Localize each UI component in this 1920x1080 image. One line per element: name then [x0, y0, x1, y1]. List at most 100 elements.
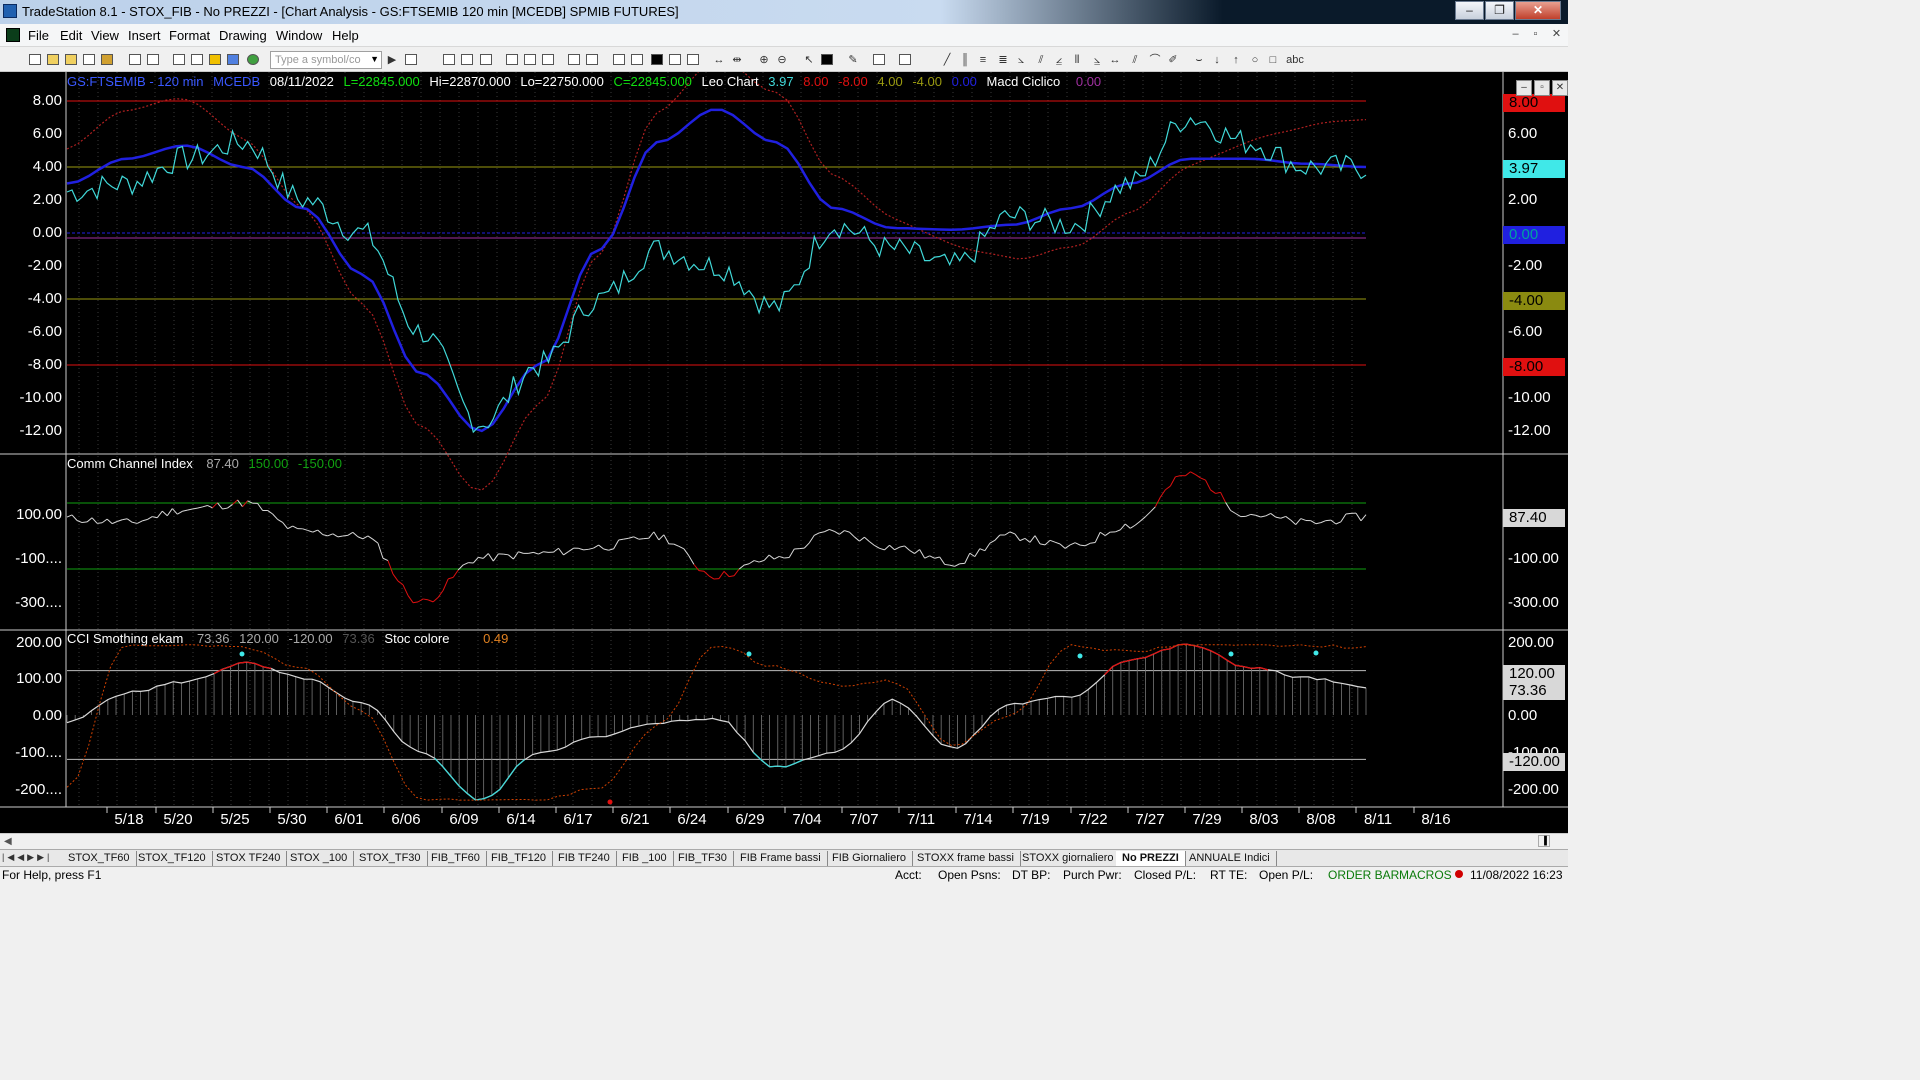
dropdown-arrow-icon[interactable]: ▼ [370, 53, 379, 66]
fan-icon[interactable]: ⦣ [1014, 53, 1028, 67]
mdi-restore-button[interactable]: ▫ [1528, 28, 1543, 43]
window-list-icon[interactable] [190, 53, 204, 67]
fib-icon[interactable]: ≣ [996, 53, 1010, 67]
print-preview-icon[interactable] [146, 53, 160, 67]
menu-view[interactable]: View [91, 28, 119, 43]
chart-canvas[interactable] [0, 72, 1568, 833]
arrow-lines-icon[interactable]: ↔ [1108, 53, 1122, 67]
new-workspace-icon[interactable] [82, 53, 96, 67]
tab-fib-giornaliero[interactable]: FIB Giornaliero [826, 851, 913, 866]
matrix-icon[interactable] [460, 53, 474, 67]
zoom-out-icon[interactable]: ⊖ [775, 53, 789, 67]
chart-restore-icon[interactable]: ▫ [1534, 80, 1550, 96]
globe-icon[interactable] [246, 53, 260, 67]
alerts-icon[interactable] [898, 53, 912, 67]
go-arrow-icon[interactable]: ▶ [385, 53, 399, 67]
symbol-input[interactable]: Type a symbol/co ▼ [270, 51, 382, 69]
tab-stox-tf30[interactable]: STOX_TF30 [353, 851, 428, 866]
tab-stox-100[interactable]: STOX _100 [284, 851, 355, 866]
save-icon[interactable] [100, 53, 114, 67]
menu-drawing[interactable]: Drawing [219, 28, 267, 43]
data-tip-icon[interactable] [820, 53, 834, 67]
tab-fib-tf60[interactable]: FIB_TF60 [425, 851, 487, 866]
bar-chart-icon[interactable] [650, 53, 664, 67]
vertical-lines-icon[interactable]: ║ [958, 53, 972, 67]
tab-fib-tf30[interactable]: FIB_TF30 [672, 851, 734, 866]
cci-segment [528, 551, 534, 554]
tab-annuale-indici[interactable]: ANNUALE Indici [1183, 851, 1277, 866]
strategy-icon[interactable] [630, 53, 644, 67]
tab-fib-frame-bassi[interactable]: FIB Frame bassi [734, 851, 828, 866]
minimize-button[interactable]: – [1455, 1, 1484, 20]
trade-manager-icon[interactable] [585, 53, 599, 67]
channel-icon[interactable]: ⫽ [1034, 53, 1048, 67]
rectangle-icon[interactable]: □ [1266, 53, 1280, 67]
tab-stoxx-frame-bassi[interactable]: STOXX frame bassi [911, 851, 1021, 866]
lock-icon[interactable] [208, 53, 222, 67]
chart-window-icon[interactable] [6, 28, 20, 42]
arc-icon[interactable]: ⌒ [1148, 53, 1162, 67]
scroll-left-icon[interactable]: ◀ [4, 836, 12, 847]
tab-no-prezzi[interactable]: No PREZZI [1116, 851, 1186, 866]
open-icon[interactable] [46, 53, 60, 67]
news-icon[interactable] [612, 53, 626, 67]
tab-stox-tf240[interactable]: STOX TF240 [210, 851, 288, 866]
compress-bars-icon[interactable]: ⇹ [730, 53, 744, 67]
tab-fib-100[interactable]: FIB _100 [616, 851, 674, 866]
expand-bars-icon[interactable]: ↔ [712, 53, 726, 67]
spreadsheet-icon[interactable] [479, 53, 493, 67]
format-icon[interactable] [872, 53, 886, 67]
pencil-icon[interactable]: ✐ [1166, 53, 1180, 67]
up-arrow-icon[interactable]: ↑ [1229, 53, 1243, 67]
curve-icon[interactable]: ⌣ [1192, 53, 1206, 67]
zoom-in-icon[interactable]: ⊕ [757, 53, 771, 67]
grid-icon[interactable] [442, 53, 456, 67]
new-icon[interactable] [28, 53, 42, 67]
menu-window[interactable]: Window [276, 28, 322, 43]
andrews-icon[interactable]: ⦥ [1090, 53, 1104, 67]
brush-icon[interactable] [226, 53, 240, 67]
chart-area[interactable]: GS:FTSEMIB - 120 min MCEDB 08/11/2022 L=… [0, 72, 1568, 833]
speed-lines-icon[interactable]: ⦤ [1052, 53, 1066, 67]
macros-button[interactable]: MACROS [1399, 868, 1452, 882]
menu-file[interactable]: File [28, 28, 49, 43]
chart-close-icon[interactable]: ✕ [1552, 80, 1568, 96]
open-workspace-icon[interactable] [64, 53, 78, 67]
close-button[interactable]: ✕ [1515, 1, 1561, 20]
tab-navigation-icons[interactable]: |◀◀▶▶| [2, 852, 52, 863]
parallel-icon[interactable]: ⫽ [1128, 53, 1142, 67]
candle-icon[interactable] [668, 53, 682, 67]
horizontal-scrollbar[interactable]: ◀ ▐ [0, 833, 1568, 849]
tab-fib-tf120[interactable]: FIB_TF120 [485, 851, 554, 866]
menu-help[interactable]: Help [332, 28, 359, 43]
text-icon[interactable]: abc [1284, 53, 1306, 67]
scroll-right-icon[interactable]: ▐ [1538, 835, 1550, 847]
mdi-close-button[interactable]: ✕ [1549, 28, 1564, 43]
radar-icon[interactable] [523, 53, 537, 67]
restore-button[interactable]: ❐ [1485, 1, 1514, 20]
symbol-lookup-icon[interactable] [404, 53, 418, 67]
tools-icon[interactable]: ✎ [846, 53, 860, 67]
cycle-lines-icon[interactable]: ⫴ [1070, 53, 1084, 67]
order-icon[interactable] [567, 53, 581, 67]
menu-format[interactable]: Format [169, 28, 210, 43]
scanner-icon[interactable] [541, 53, 555, 67]
down-arrow-icon[interactable]: ↓ [1210, 53, 1224, 67]
tab-stoxx-giornaliero[interactable]: STOXX giornaliero [1016, 851, 1121, 866]
mdi-minimize-button[interactable]: – [1508, 28, 1523, 43]
pointer-icon[interactable]: ↖ [802, 53, 816, 67]
tab-fib-tf240[interactable]: FIB TF240 [552, 851, 617, 866]
ellipse-icon[interactable]: ○ [1248, 53, 1262, 67]
menu-insert[interactable]: Insert [128, 28, 161, 43]
window-icon[interactable] [172, 53, 186, 67]
print-icon[interactable] [128, 53, 142, 67]
horizontal-lines-icon[interactable]: ≡ [976, 53, 990, 67]
order-bar-button[interactable]: ORDER BAR [1328, 868, 1399, 882]
tab-stox-tf60[interactable]: STOX_TF60 [62, 851, 137, 866]
chart-minimize-icon[interactable]: – [1516, 80, 1532, 96]
tab-stox-tf120[interactable]: STOX_TF120 [132, 851, 213, 866]
chart-icon[interactable] [505, 53, 519, 67]
ohlc-icon[interactable] [686, 53, 700, 67]
menu-edit[interactable]: Edit [60, 28, 82, 43]
trendline-icon[interactable]: ╱ [940, 53, 954, 67]
